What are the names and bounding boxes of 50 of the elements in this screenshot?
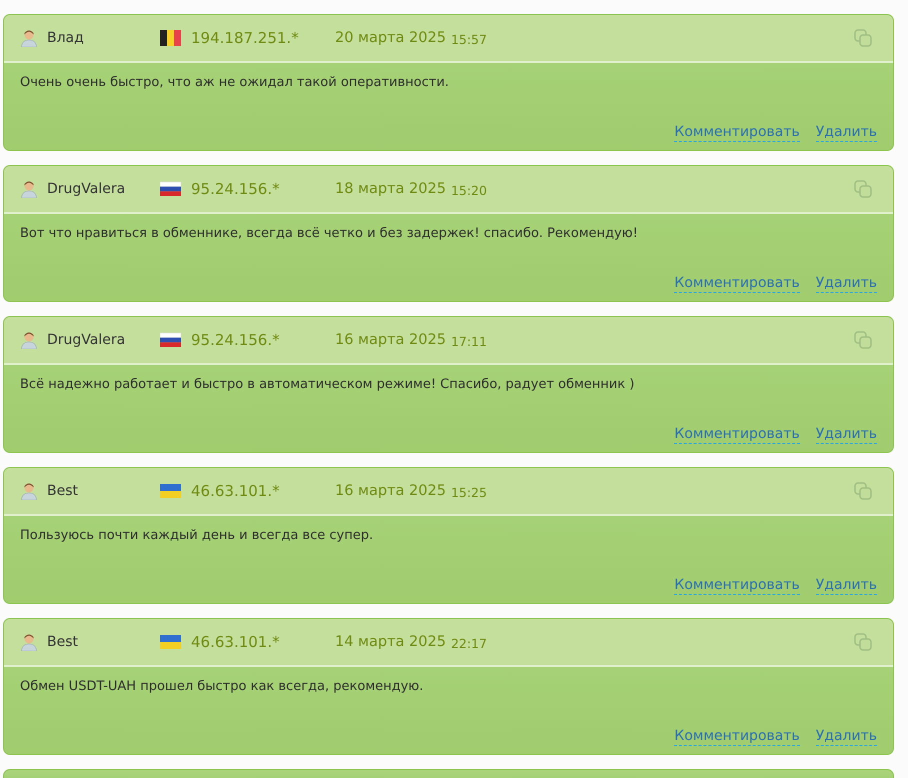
ip-address: 46.63.101.* (191, 633, 280, 651)
action-link[interactable]: Комментировать (674, 124, 800, 142)
review-date: 16 марта 2025 (335, 332, 446, 348)
flag-icon (160, 30, 181, 46)
copy-icon (853, 481, 873, 501)
review-text: Очень очень быстро, что аж не ожидал такой оперативности. (20, 75, 450, 90)
review-time: 22:17 (450, 636, 487, 650)
review-date: 20 марта 2025 (335, 30, 446, 46)
review-time: 15:20 (450, 182, 487, 198)
review-time: 15:57 (450, 32, 487, 46)
flag-icon (160, 332, 181, 348)
author-name: Влад (47, 30, 85, 46)
copy-icon (853, 632, 873, 652)
action-link[interactable]: Удалить (816, 728, 877, 746)
user-icon (20, 180, 38, 198)
user-icon (20, 331, 38, 349)
review-time: 15:25 (450, 484, 487, 500)
review-time: 17:11 (450, 334, 487, 348)
ip-address: 95.24.156.* (191, 331, 280, 349)
action-link[interactable]: Удалить (816, 577, 877, 595)
action-link[interactable]: Комментировать (674, 275, 800, 293)
user-icon (20, 482, 38, 500)
copy-icon (853, 179, 873, 199)
action-link[interactable]: Комментировать (674, 577, 800, 595)
author-name: Best (47, 483, 80, 499)
action-link[interactable]: Комментировать (674, 426, 800, 444)
author-name: Best (47, 634, 80, 650)
review-text: Вот что нравиться в обменнике, всегда всё четко и без задержек! спасибо. Рекомендую! (20, 226, 639, 241)
review-date: 14 марта 2025 (335, 634, 446, 650)
flag-icon (160, 483, 181, 499)
user-icon (20, 29, 38, 47)
review-date: 16 марта 2025 (335, 483, 446, 499)
action-link[interactable]: Удалить (816, 426, 877, 444)
action-link[interactable]: Удалить (816, 124, 877, 142)
review-date: 18 марта 2025 (335, 181, 446, 197)
author-name: DrugValera (47, 332, 126, 348)
user-icon (20, 633, 38, 651)
author-name: DrugValera (47, 181, 126, 197)
copy-icon (853, 28, 873, 48)
flag-icon (160, 634, 181, 650)
ip-address: 194.187.251.* (191, 29, 299, 47)
ip-address: 46.63.101.* (191, 482, 280, 500)
review-text: Всё надежно работает и быстро в автоматическом режиме! Спасибо, радует обменник ) (20, 377, 636, 392)
ip-address: 95.24.156.* (191, 180, 280, 198)
flag-icon (160, 181, 181, 197)
review-text: Обмен USDT-UAH прошел быстро как всегда, рекомендую. (20, 679, 424, 694)
action-link[interactable]: Удалить (816, 275, 877, 293)
copy-icon (853, 330, 873, 350)
review-text: Пользуюсь почти каждый день и всегда все супер. (20, 528, 374, 543)
action-link[interactable]: Комментировать (674, 728, 800, 746)
